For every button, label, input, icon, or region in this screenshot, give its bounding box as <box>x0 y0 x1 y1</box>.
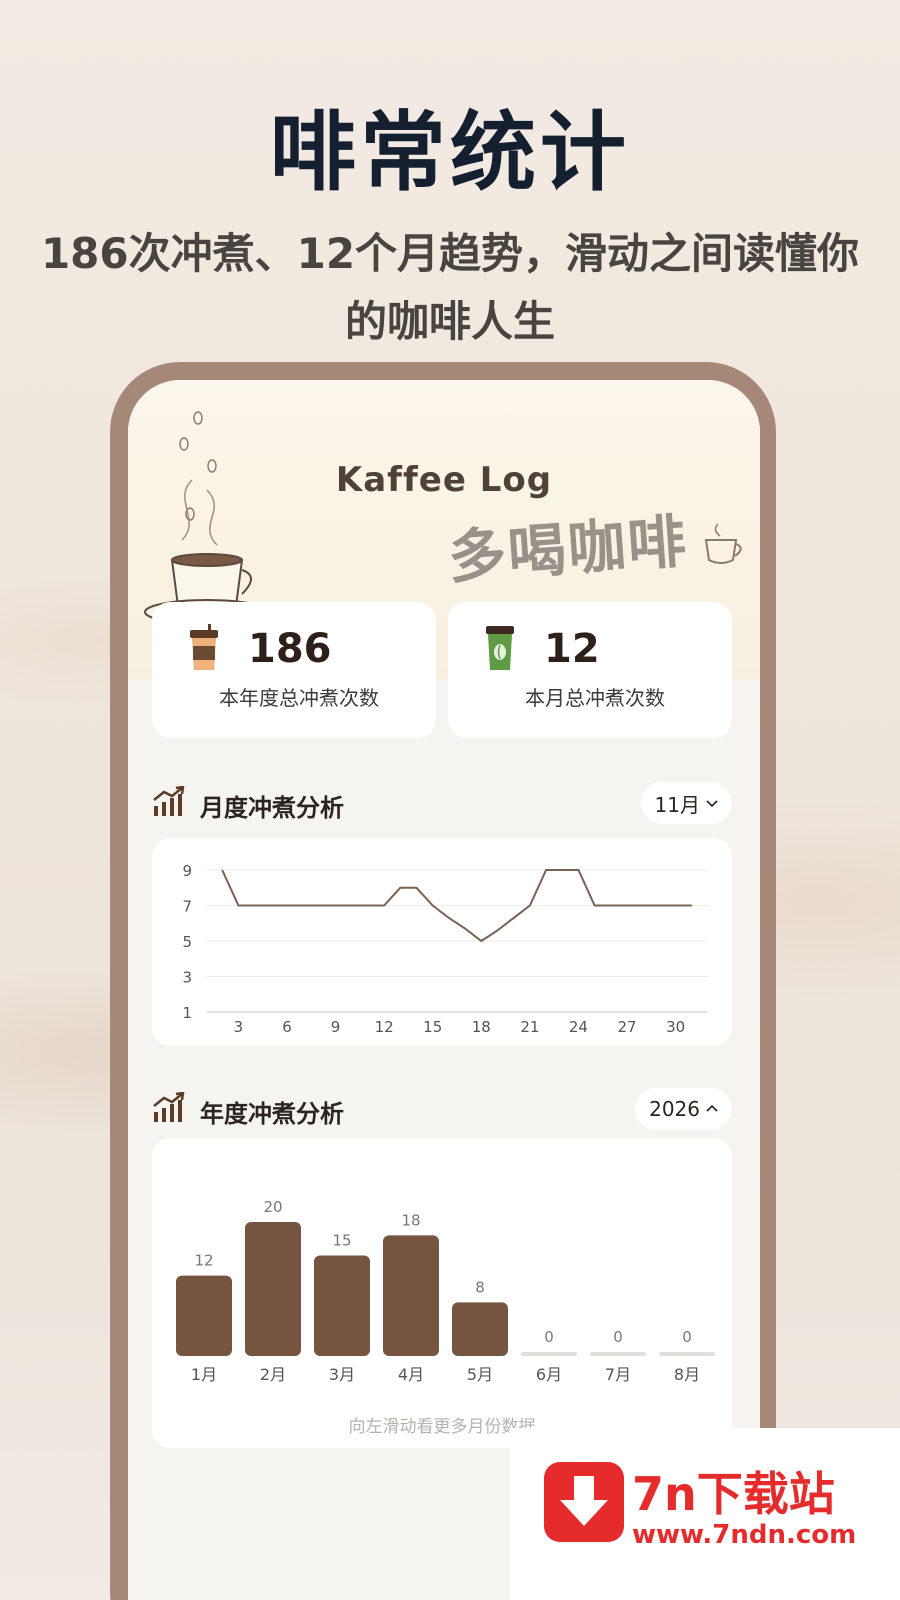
stat-card-yearly-total: 186 本年度总冲煮次数 <box>152 602 436 738</box>
bar-category-label: 8月 <box>674 1365 700 1384</box>
small-cup-icon <box>704 523 742 564</box>
bar-value-label: 8 <box>475 1278 485 1296</box>
y-tick-label: 7 <box>182 898 192 916</box>
download-logo-icon <box>544 1462 624 1542</box>
green-coffee-cup-icon <box>486 626 514 670</box>
monthly-section-header: 月度冲煮分析 11月 <box>152 782 732 826</box>
promo-headline: 啡常统计 <box>270 103 630 203</box>
bar <box>176 1275 232 1356</box>
stat-value: 12 <box>544 626 600 672</box>
x-tick-label: 27 <box>617 1018 636 1036</box>
bar <box>383 1235 439 1356</box>
monthly-line-chart-svg: 1 3 5 7 9 3 6 9 12 15 18 21 24 27 30 <box>182 862 708 1036</box>
bar-value-label: 0 <box>544 1328 554 1346</box>
bar-value-label: 15 <box>332 1232 351 1250</box>
x-tick-label: 12 <box>375 1018 394 1036</box>
x-tick-label: 30 <box>666 1018 685 1036</box>
bar-category-label: 7月 <box>605 1365 631 1384</box>
bar <box>659 1352 715 1356</box>
site-watermark: 7n下载站 www.7ndn.com <box>510 1428 900 1600</box>
bar <box>521 1352 577 1356</box>
bar-category-label: 5月 <box>467 1365 493 1384</box>
yearly-bar-chart[interactable]: 12 1月 20 2月 15 3月 18 4月 8 5月 0 6月 0 7月 0 8月 向左滑动看更多月份数据 <box>152 1138 732 1448</box>
bar <box>314 1255 370 1356</box>
bar-category-label: 2月 <box>260 1365 286 1384</box>
stat-value: 186 <box>248 626 332 672</box>
trend-chart-icon <box>153 786 185 816</box>
bar-category-label: 3月 <box>329 1365 355 1384</box>
app-screen: Kaffee Log 多喝咖啡 186 本年度总冲煮次数 12 本月总冲煮次数 <box>128 380 760 1600</box>
x-tick-label: 3 <box>234 1018 244 1036</box>
year-selector[interactable]: 2026 <box>635 1088 732 1130</box>
bar <box>452 1302 508 1356</box>
stat-card-monthly-total: 12 本月总冲煮次数 <box>448 602 732 738</box>
y-tick-label: 5 <box>182 933 192 951</box>
watermark-name: 7n下载站 <box>632 1467 835 1521</box>
bar <box>245 1222 301 1356</box>
bar-value-label: 20 <box>263 1198 282 1216</box>
bar <box>590 1352 646 1356</box>
section-title: 年度冲煮分析 <box>200 1100 344 1128</box>
bar-value-label: 18 <box>401 1211 420 1229</box>
month-selector-value: 11月 <box>654 792 700 817</box>
x-tick-label: 9 <box>331 1018 341 1036</box>
bar-value-label: 0 <box>682 1328 692 1346</box>
section-title: 月度冲煮分析 <box>200 794 344 822</box>
x-tick-label: 24 <box>569 1018 588 1036</box>
year-selector-value: 2026 <box>649 1097 700 1121</box>
chevron-down-icon <box>706 800 718 808</box>
bar-category-label: 6月 <box>536 1365 562 1384</box>
month-selector[interactable]: 11月 <box>640 782 732 824</box>
x-tick-label: 21 <box>520 1018 539 1036</box>
bar-value-label: 0 <box>613 1328 623 1346</box>
monthly-line-chart: 1 3 5 7 9 3 6 9 12 15 18 21 24 27 30 <box>152 838 732 1046</box>
bar-category-label: 4月 <box>398 1365 424 1384</box>
x-tick-label: 15 <box>423 1018 442 1036</box>
y-tick-label: 3 <box>182 969 192 987</box>
bar-category-label: 1月 <box>191 1365 217 1384</box>
stat-label: 本年度总冲煮次数 <box>219 686 379 710</box>
x-tick-label: 6 <box>282 1018 292 1036</box>
trend-chart-icon <box>153 1092 185 1122</box>
y-tick-label: 1 <box>182 1004 192 1022</box>
y-tick-label: 9 <box>182 862 192 880</box>
chevron-up-icon <box>706 1104 718 1112</box>
yearly-bar-chart-svg: 12 1月 20 2月 15 3月 18 4月 8 5月 0 6月 0 7月 0 8月 <box>176 1198 715 1384</box>
stat-label: 本月总冲煮次数 <box>525 686 665 710</box>
watermark-url: www.7ndn.com <box>632 1520 857 1550</box>
yearly-section-header: 年度冲煮分析 2026 <box>152 1088 732 1132</box>
promo-subline: 186次冲煮、12个月趋势，滑动之间读懂你的咖啡人生 <box>40 229 860 346</box>
app-title: Kaffee Log <box>335 460 553 500</box>
x-tick-label: 18 <box>472 1018 491 1036</box>
takeaway-cup-icon <box>190 624 218 670</box>
bar-value-label: 12 <box>194 1252 213 1270</box>
